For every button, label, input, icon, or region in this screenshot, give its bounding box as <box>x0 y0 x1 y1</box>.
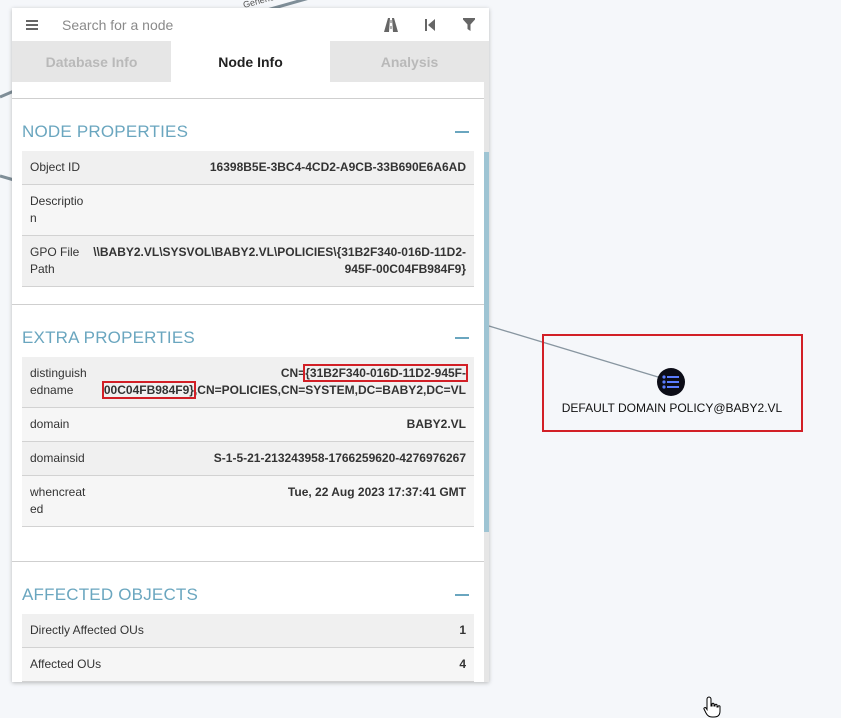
property-row: GPO File Path \\BABY2.VL\SYSVOL\BABY2.VL… <box>22 236 474 287</box>
property-value: 16398B5E-3BC4-4CD2-A9CB-33B690E6A6AD <box>209 160 466 174</box>
node-label[interactable]: DEFAULT DOMAIN POLICY@BABY2.VL <box>552 401 792 415</box>
section-title: EXTRA PROPERTIES <box>22 328 195 347</box>
property-value: Tue, 22 Aug 2023 17:37:41 GMT <box>287 485 466 499</box>
node-info-panel: Database Info Node Info Analysis NODE PR… <box>12 8 489 682</box>
property-row: domain BABY2.VL <box>22 408 474 442</box>
property-value: \\BABY2.VL\SYSVOL\BABY2.VL\POLICIES\{31B… <box>93 245 466 276</box>
dn-prefix: CN= <box>280 366 306 380</box>
section-title: AFFECTED OBJECTS <box>22 585 199 604</box>
search-input[interactable] <box>52 9 362 40</box>
gpo-node[interactable] <box>657 368 685 396</box>
filter-icon <box>463 18 475 31</box>
list-icon <box>662 375 679 389</box>
collapse-icon[interactable] <box>454 330 470 346</box>
back-button[interactable] <box>415 8 445 41</box>
filter-button[interactable] <box>454 8 484 41</box>
property-value: BABY2.VL <box>406 417 466 431</box>
property-label: GPO File Path <box>30 245 80 276</box>
scrollbar-thumb[interactable] <box>484 152 489 532</box>
dn-guid-highlight: 00C04FB984F9} <box>101 381 196 399</box>
property-label: distinguishedname <box>30 366 87 397</box>
hand-cursor-icon <box>703 696 721 718</box>
property-label: Affected OUs <box>30 657 102 671</box>
property-label: Description <box>30 194 84 225</box>
property-label: Object ID <box>30 160 81 174</box>
scrollbar[interactable] <box>484 82 489 682</box>
road-icon <box>384 17 398 32</box>
section-header: AFFECTED OBJECTS <box>12 580 484 610</box>
dn-suffix: ,CN=POLICIES,CN=SYSTEM,DC=BABY2,DC=VL <box>193 383 466 397</box>
dn-guid-highlight: {31B2F340-016D-11D2-945F- <box>303 364 468 382</box>
tab-analysis[interactable]: Analysis <box>330 41 489 82</box>
section-header: NODE PROPERTIES <box>12 117 484 147</box>
tab-database-info[interactable]: Database Info <box>12 41 171 82</box>
property-row: distinguishedname CN={31B2F340-016D-11D2… <box>22 357 474 408</box>
collapse-icon[interactable] <box>454 587 470 603</box>
affected-row[interactable]: Affected OUs 4 <box>22 648 474 682</box>
hamburger-icon <box>26 19 38 30</box>
property-label: domainsid <box>30 451 85 465</box>
property-value: S-1-5-21-213243958-1766259620-4276976267 <box>213 451 466 465</box>
property-row: whencreated Tue, 22 Aug 2023 17:37:41 GM… <box>22 476 474 527</box>
property-value[interactable]: 1 <box>459 622 466 639</box>
tab-bar: Database Info Node Info Analysis <box>12 41 489 82</box>
property-value[interactable]: 4 <box>459 656 466 673</box>
tab-node-info[interactable]: Node Info <box>171 41 330 82</box>
property-label: Directly Affected OUs <box>30 623 144 637</box>
panel-content: NODE PROPERTIES Object ID 16398B5E-3BC4-… <box>12 82 484 682</box>
property-row: domainsid S-1-5-21-213243958-1766259620-… <box>22 442 474 476</box>
extra-properties-section: EXTRA PROPERTIES distinguishedname CN={3… <box>12 304 484 527</box>
property-row: Description <box>22 185 474 236</box>
step-back-icon <box>425 18 435 31</box>
search-bar <box>12 8 489 41</box>
section-header: EXTRA PROPERTIES <box>12 323 484 353</box>
property-label: whencreated <box>30 485 86 516</box>
pathfinding-button[interactable] <box>376 8 406 41</box>
menu-button[interactable] <box>12 8 52 41</box>
property-value: CN={31B2F340-016D-11D2-945F- 00C04FB984F… <box>88 364 468 399</box>
node-properties-section: NODE PROPERTIES Object ID 16398B5E-3BC4-… <box>12 98 484 287</box>
property-label: domain <box>30 417 70 431</box>
section-title: NODE PROPERTIES <box>22 122 189 141</box>
affected-objects-section: AFFECTED OBJECTS Directly Affected OUs 1… <box>12 561 484 682</box>
collapse-icon[interactable] <box>454 124 470 140</box>
property-row: Object ID 16398B5E-3BC4-4CD2-A9CB-33B690… <box>22 151 474 185</box>
affected-row[interactable]: Directly Affected OUs 1 <box>22 614 474 648</box>
